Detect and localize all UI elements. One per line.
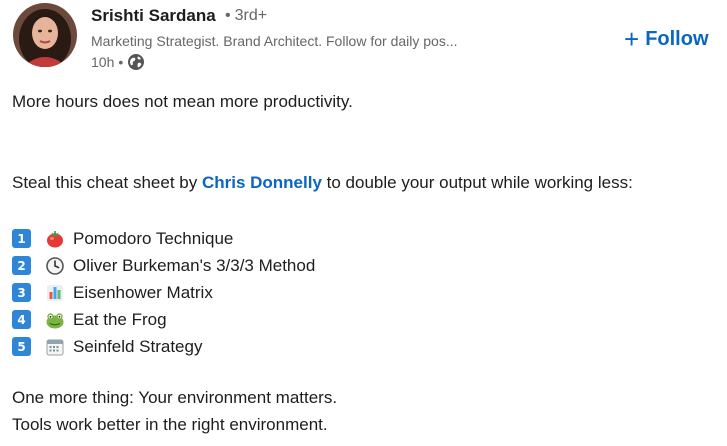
intro-text-after: to double your output while working less… [321, 173, 633, 192]
globe-icon [127, 53, 145, 71]
post-time: 10h [91, 54, 115, 70]
list-item-label: Eisenhower Matrix [73, 282, 213, 302]
list-item: 4 Eat the Frog [12, 306, 315, 333]
list-item: 2 Oliver Burkeman's 3/3/3 Method [12, 252, 315, 279]
mention-link[interactable]: Chris Donnelly [202, 173, 322, 192]
frog-icon [45, 310, 65, 330]
cheat-sheet-list: 1 Pomodoro Technique 2 Oliver Burkeman's… [12, 225, 315, 360]
list-item-label: Eat the Frog [73, 309, 167, 329]
bar-chart-icon [45, 283, 65, 303]
follow-label: Follow [645, 27, 709, 50]
list-item-label: Pomodoro Technique [73, 228, 234, 248]
list-item-label: Seinfeld Strategy [73, 336, 203, 356]
degree-label: 3rd+ [234, 7, 268, 24]
plus-icon: + [624, 24, 640, 54]
keycap-3-icon: 3 [12, 283, 31, 302]
post-intro: Steal this cheat sheet by Chris Donnelly… [12, 173, 633, 193]
follow-button[interactable]: + Follow [624, 24, 709, 54]
list-item: 1 Pomodoro Technique [12, 225, 315, 252]
keycap-5-icon: 5 [12, 337, 31, 356]
list-item: 3 Eisenhower Matrix [12, 279, 315, 306]
closing-line-2: Tools work better in the right environme… [12, 415, 328, 434]
post-header: Srishti Sardana • 3rd+ Marketing Strategi… [0, 0, 727, 78]
author-avatar[interactable] [13, 3, 77, 67]
feed-post: Srishti Sardana • 3rd+ Marketing Strategi… [0, 0, 727, 446]
intro-text-before: Steal this cheat sheet by [12, 173, 202, 192]
post-text-line-1: More hours does not mean more productivi… [12, 92, 353, 111]
author-headline: Marketing Strategist. Brand Architect. F… [91, 33, 458, 49]
tomato-icon [45, 229, 65, 249]
connection-degree: • 3rd+ [225, 7, 267, 25]
clock-icon [45, 256, 65, 276]
meta-separator: • [118, 54, 124, 70]
closing-line-1: One more thing: Your environment matters… [12, 388, 338, 407]
keycap-1-icon: 1 [12, 229, 31, 248]
keycap-2-icon: 2 [12, 256, 31, 275]
list-item-label: Oliver Burkeman's 3/3/3 Method [73, 255, 316, 275]
author-name[interactable]: Srishti Sardana [91, 6, 216, 26]
post-meta: 10h • [91, 53, 145, 71]
list-item: 5 Seinfeld Strategy [12, 333, 315, 360]
calendar-icon [45, 337, 65, 357]
keycap-4-icon: 4 [12, 310, 31, 329]
degree-separator: • [225, 7, 231, 24]
